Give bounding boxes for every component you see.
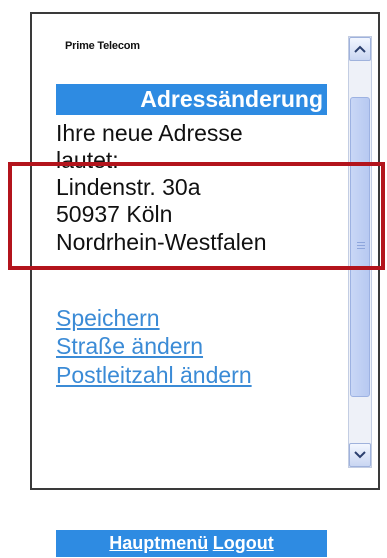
- address-state: Nordrhein-Westfalen: [56, 229, 267, 255]
- intro-line-2: lautet:: [56, 147, 119, 173]
- main-menu-link[interactable]: Hauptmenü: [109, 533, 208, 553]
- scroll-thumb[interactable]: [350, 97, 370, 397]
- address-street: Lindenstr. 30a: [56, 174, 201, 200]
- scroll-down-button[interactable]: [349, 443, 371, 467]
- page-title: Adressänderung: [56, 84, 327, 115]
- logout-link[interactable]: Logout: [213, 533, 274, 553]
- device-frame: Prime Telecom Adressänderung Ihre neue A…: [30, 12, 380, 557]
- footer-bar: Hauptmenü Logout: [56, 530, 327, 557]
- change-postcode-link[interactable]: Postleitzahl ändern: [56, 361, 252, 389]
- chevron-up-icon: [354, 45, 366, 53]
- brand-label: Prime Telecom: [65, 40, 140, 52]
- vertical-scrollbar[interactable]: [348, 36, 372, 468]
- change-street-link[interactable]: Straße ändern: [56, 332, 203, 360]
- scroll-up-button[interactable]: [349, 37, 371, 61]
- chevron-down-icon: [354, 451, 366, 459]
- save-link[interactable]: Speichern: [56, 304, 160, 332]
- intro-line-1: Ihre neue Adresse: [56, 120, 243, 146]
- address-city: 50937 Köln: [56, 201, 173, 227]
